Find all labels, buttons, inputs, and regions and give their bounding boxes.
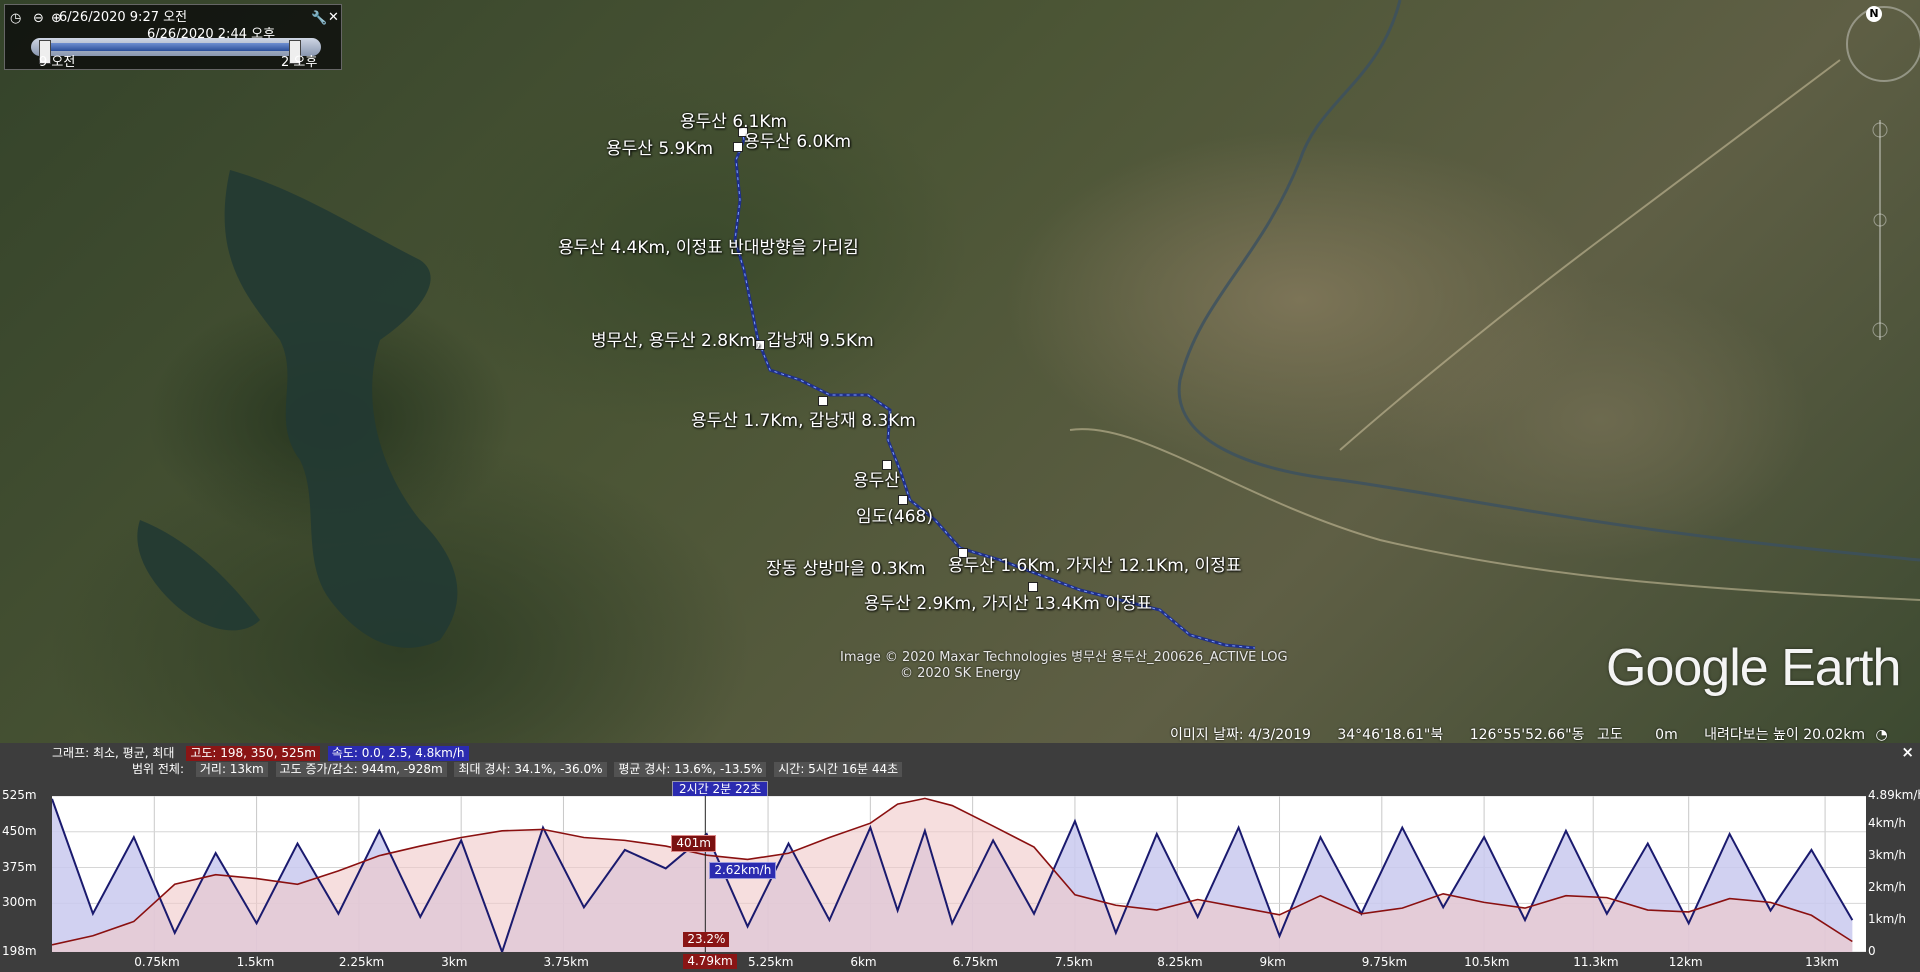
placemark-label[interactable]: 용두산 1.7Km, 갑낭재 8.3Km [691, 406, 916, 431]
time-slider-range[interactable] [39, 40, 301, 64]
x-tick-label: 0.75km [134, 955, 180, 969]
x-tick-label: 6km [850, 955, 877, 969]
y-right-tick-label: 3km/h [1868, 848, 1906, 863]
cursor-speed-label: 2.62km/h [709, 862, 777, 880]
longitude: 126°55'52.66"동 [1469, 727, 1585, 743]
latitude: 34°46'18.61"북 [1337, 727, 1444, 743]
close-profile-button[interactable]: × [1901, 743, 1914, 761]
x-tick-label: 2.25km [338, 955, 385, 969]
placemark-label[interactable]: 용두산 1.6Km, 가지산 12.1Km, 이정표 [948, 551, 1242, 576]
placemark-label[interactable]: 용두산 [853, 466, 900, 491]
elevation-label: 고도 [1596, 727, 1623, 743]
status-bar: 이미지 날짜: 4/3/2019 34°46'18.61"북 126°55'52… [1170, 724, 1888, 743]
loading-spinner-icon: ◔ [1875, 727, 1888, 743]
x-tick-label: 9km [1259, 955, 1286, 969]
x-tick-label: 8.25km [1157, 955, 1203, 969]
x-tick-label: 3km [441, 955, 468, 969]
time-chip: 시간: 5시간 16분 44초 [774, 762, 903, 777]
waypoint-marker[interactable] [733, 142, 743, 152]
y-right-tick-label: 0 [1868, 944, 1876, 958]
graph-label: 그래프: 최소, 평균, 최대 [52, 746, 175, 760]
placemark-label[interactable]: 용두산 2.9Km, 가지산 13.4Km 이정표 [864, 589, 1152, 614]
x-tick-label: 12km [1668, 955, 1703, 969]
waypoint-marker[interactable] [818, 396, 828, 406]
credit-line-2: © 2020 SK Energy [900, 666, 1021, 681]
elevation-chart[interactable] [52, 796, 1866, 952]
credit-track-name[interactable]: 병무산 용두산_200626_ACTIVE LOG [1071, 650, 1287, 665]
y-right-tick-label: 2km/h [1868, 880, 1906, 895]
y-left-tick-label: 198m [2, 944, 37, 958]
max-slope-chip: 최대 경사: 34.1%, -36.0% [454, 762, 607, 777]
speed-chip[interactable]: 속도: 0.0, 2.5, 4.8km/h [327, 746, 469, 761]
slider-left-label: 9 오전 [39, 55, 76, 70]
cursor-slope-label: 23.2% [683, 932, 730, 947]
cursor-altitude-label: 401m [671, 835, 716, 853]
y-left-tick-label: 525m [2, 788, 37, 802]
x-tick-label: 1.5km [236, 955, 275, 969]
map-overlay [137, 0, 1920, 650]
google-earth-logo: Google Earth [1606, 639, 1901, 697]
altitude-chip[interactable]: 고도: 198, 350, 525m [186, 746, 320, 761]
x-tick-label: 6.75km [952, 955, 998, 969]
y-right-tick-label: 4.89km/h [1868, 788, 1920, 802]
time-slider-panel[interactable]: ◷ ⊖ ⊕ 6/26/2020 9:27 오전 6/26/2020 2:44 오… [4, 4, 342, 70]
north-indicator[interactable]: N [1866, 6, 1882, 22]
zoom-out-icon[interactable]: ⊖ [33, 11, 44, 26]
reservoir [137, 170, 458, 648]
zoom-slider[interactable] [1870, 110, 1890, 350]
range-summary-row: 범위 전체: 거리: 13km 고도 증가/감소: 944m, -928m 최대… [132, 762, 906, 777]
x-tick-label: 3.75km [543, 955, 589, 969]
navigation-compass[interactable] [1846, 6, 1920, 82]
credit-line-1: Image © 2020 Maxar Technologies [840, 650, 1068, 665]
wrench-icon[interactable]: 🔧 [311, 11, 327, 26]
map-viewport[interactable]: 용두산 6.1Km 용두산 5.9Km 용두산 6.0Km 용두산 4.4Km,… [0, 0, 1920, 743]
placemark-label[interactable]: 용두산 4.4Km, 이정표 반대방향을 가리킴 [558, 233, 859, 258]
imagery-credit: Image © 2020 Maxar Technologies 병무산 용두산_… [840, 650, 1288, 682]
y-left-tick-label: 375m [2, 859, 37, 874]
elevation-value: 0m [1655, 727, 1678, 743]
slider-right-label: 2 오후 [281, 55, 318, 70]
avg-slope-chip: 평균 경사: 13.6%, -13.5% [614, 762, 767, 777]
x-tick-label: 7.5km [1054, 955, 1093, 969]
eye-altitude: 내려다보는 높이 20.02km [1704, 727, 1866, 743]
graph-summary-row: 그래프: 최소, 평균, 최대 고도: 198, 350, 525m 속도: 0… [52, 746, 473, 761]
y-left-tick-label: 450m [2, 823, 37, 838]
distance-chip: 거리: 13km [195, 762, 268, 777]
x-tick-label: 5.25km [748, 955, 794, 969]
road [1069, 59, 1920, 601]
placemark-label[interactable]: 병무산, 용두산 2.8Km, 갑낭재 9.5Km [591, 326, 874, 351]
x-tick-label: 10.5km [1464, 955, 1510, 969]
placemark-label[interactable]: 장동 상방마을 0.3Km [766, 554, 925, 579]
y-left-tick-label: 300m [2, 895, 37, 910]
y-right-tick-label: 1km/h [1868, 912, 1906, 927]
placemark-label[interactable]: 임도(468) [856, 502, 933, 527]
x-tick-label: 13km [1805, 955, 1839, 969]
imagery-date: 이미지 날짜: 4/3/2019 [1170, 727, 1311, 743]
gain-loss-chip: 고도 증가/감소: 944m, -928m [275, 762, 447, 777]
y-right-tick-label: 4km/h [1868, 816, 1906, 831]
placemark-label[interactable]: 용두산 5.9Km [606, 134, 713, 159]
close-icon[interactable]: ✕ [328, 10, 339, 25]
clock-icon[interactable]: ◷ [10, 11, 21, 26]
range-label: 범위 전체: [132, 762, 185, 776]
cursor-distance-label: 4.79km [683, 954, 737, 969]
x-tick-label: 9.75km [1361, 955, 1408, 969]
x-tick-label: 11.3km [1573, 955, 1619, 969]
placemark-label[interactable]: 용두산 6.0Km [744, 127, 851, 152]
